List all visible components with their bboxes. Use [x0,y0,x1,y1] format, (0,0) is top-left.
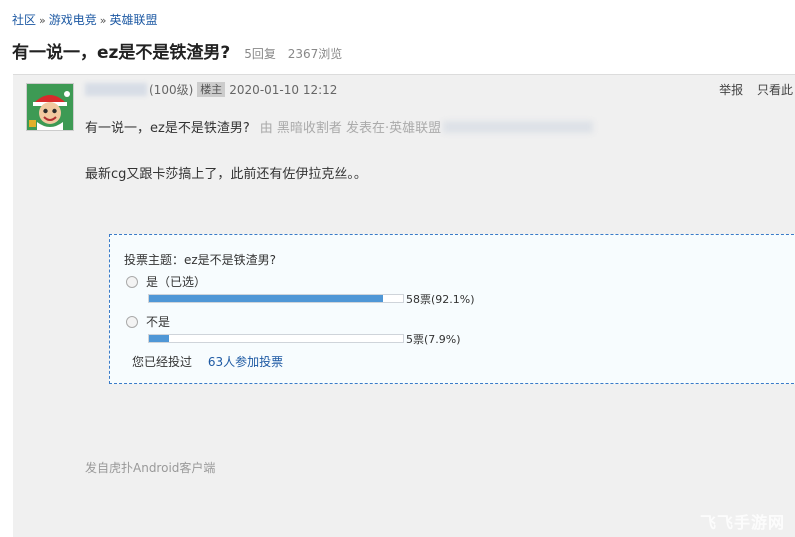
breadcrumb-lol[interactable]: 英雄联盟 [110,13,158,27]
radio-button[interactable] [126,315,138,328]
post-time: 2020-01-10 12:12 [229,82,338,97]
vote-participants-link[interactable]: 63人参加投票 [208,355,283,369]
author-level: (100级) [149,83,194,97]
vote-title: 投票主题：ez是不是铁渣男? [124,253,277,267]
thread-header: 有一说一，ez是不是铁渣男? 5回复 2367浏览 [12,38,342,63]
vote-bar-no [148,334,404,343]
breadcrumb-separator: » [39,14,46,27]
vote-result-no: 5票(7.9%) [406,333,461,346]
post-source-note: 由 黑暗收割者 发表在·英雄联盟 [259,121,442,136]
vote-option-no[interactable]: 不是 [126,313,170,330]
reply-count: 5回复 [244,47,276,61]
avatar-image [27,84,73,130]
thread-stats: 5回复 2367浏览 [244,45,342,62]
report-link[interactable]: 举报 [719,83,743,97]
vote-option-yes[interactable]: 是（已选） [126,273,206,290]
post-card: (100级) 楼主 2020-01-10 12:12 举报 只看此 有一说一，e… [13,74,795,537]
post-subject: 有一说一，ez是不是铁渣男? [85,121,250,136]
vote-option-label: 是（已选） [146,275,207,289]
author-info: (100级) 楼主 2020-01-10 12:12 [85,81,337,98]
breadcrumb-separator: » [99,14,107,27]
only-this-link[interactable]: 只看此 [757,83,793,97]
vote-bar-fill [149,335,170,342]
radio-button[interactable] [126,275,138,288]
breadcrumb-community[interactable]: 社区 [12,13,36,27]
vote-option-label: 不是 [146,315,171,329]
watermark: 飞飞手游网 [699,513,785,532]
vote-box: 投票主题：ez是不是铁渣男? 是（已选） 58票(92.1%) 不是 5票(7.… [109,234,795,384]
page-title: 有一说一，ez是不是铁渣男? [12,43,231,63]
owner-badge: 楼主 [197,82,226,97]
post-subject-line: 有一说一，ez是不是铁渣男? 由 黑暗收割者 发表在·英雄联盟 [85,117,594,136]
author-name-redacted[interactable] [85,83,147,96]
client-note: 发自虎扑Android客户端 [85,461,216,475]
voted-status: 您已经投过 [132,355,193,369]
vote-bar-yes [148,294,404,303]
redacted-text [443,120,594,133]
view-count: 2367浏览 [287,47,343,61]
post-actions: 举报 只看此 [719,81,793,98]
vote-footer: 您已经投过 63人参加投票 [132,353,283,370]
breadcrumb: 社区» 游戏电竞» 英雄联盟 [12,11,158,28]
vote-bar-fill [149,295,383,302]
post-body: 最新cg又跟卡莎搞上了，此前还有佐伊拉克丝。。 [85,167,367,182]
avatar[interactable] [26,83,74,131]
breadcrumb-games[interactable]: 游戏电竞 [49,13,97,27]
vote-result-yes: 58票(92.1%) [406,293,475,306]
